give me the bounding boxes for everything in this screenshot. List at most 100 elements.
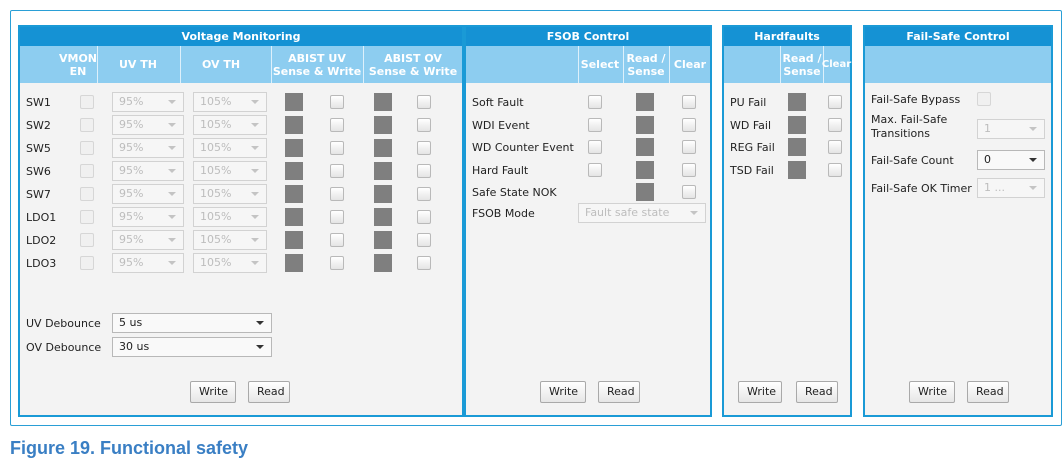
fsob-control-panel: FSOB Control Select Read / Sense Clear S… bbox=[464, 25, 712, 417]
hardfault-row-label: WD Fail bbox=[730, 118, 772, 132]
write-button[interactable]: Write bbox=[909, 381, 955, 403]
abist-uv-indicator bbox=[285, 254, 303, 272]
vmon-en-checkbox[interactable] bbox=[80, 210, 94, 224]
fsob-row-label: Hard Fault bbox=[472, 163, 529, 177]
vmon-en-checkbox[interactable] bbox=[80, 233, 94, 247]
panel-title: Fail-Safe Control bbox=[865, 27, 1051, 46]
write-button[interactable]: Write bbox=[738, 381, 782, 403]
ov-th-select[interactable]: 105% bbox=[193, 253, 267, 273]
rail-label: SW1 bbox=[26, 96, 51, 109]
abist-ov-checkbox[interactable] bbox=[417, 164, 431, 178]
uv-th-select[interactable]: 95% bbox=[112, 161, 184, 181]
uv-th-select[interactable]: 95% bbox=[112, 184, 184, 204]
abist-uv-checkbox[interactable] bbox=[330, 233, 344, 247]
fsob-select-checkbox[interactable] bbox=[588, 117, 602, 132]
fsob-mode-select[interactable]: Fault safe state bbox=[578, 203, 706, 223]
chevron-down-icon bbox=[168, 123, 176, 127]
abist-uv-checkbox[interactable] bbox=[330, 95, 344, 109]
fail-safe-count-select[interactable]: 0 bbox=[977, 150, 1045, 170]
abist-ov-checkbox[interactable] bbox=[417, 95, 431, 109]
fsob-clear-checkbox[interactable] bbox=[682, 140, 696, 154]
header-abist-uv: ABIST UV Sense & Write bbox=[272, 51, 362, 78]
ov-th-select[interactable]: 105% bbox=[193, 161, 267, 181]
panel-title: FSOB Control bbox=[466, 27, 710, 46]
vmon-en-checkbox[interactable] bbox=[80, 187, 94, 201]
ov-th-select[interactable]: 105% bbox=[193, 92, 267, 112]
fsob-clear-checkbox[interactable] bbox=[682, 185, 696, 199]
vmon-en-checkbox[interactable] bbox=[80, 164, 94, 178]
abist-uv-indicator bbox=[285, 162, 303, 180]
read-button[interactable]: Read bbox=[598, 381, 640, 403]
hardfault-clear-checkbox[interactable] bbox=[828, 117, 842, 132]
vmon-en-checkbox[interactable] bbox=[80, 141, 94, 155]
ov-th-select[interactable]: 105% bbox=[193, 184, 267, 204]
chevron-down-icon bbox=[1029, 158, 1037, 162]
abist-uv-indicator bbox=[285, 208, 303, 226]
fsob-select-checkbox[interactable] bbox=[588, 162, 602, 177]
hardfault-clear-checkbox[interactable] bbox=[828, 162, 842, 177]
abist-uv-checkbox[interactable] bbox=[330, 164, 344, 178]
abist-uv-checkbox[interactable] bbox=[330, 210, 344, 224]
app-frame: Voltage Monitoring VMON EN UV TH OV TH A… bbox=[10, 10, 1062, 426]
uv-th-select[interactable]: 95% bbox=[112, 253, 184, 273]
fsob-select-checkbox[interactable] bbox=[588, 140, 602, 154]
hardfault-clear-checkbox[interactable] bbox=[828, 95, 842, 109]
fail-safe-bypass-label: Fail-Safe Bypass bbox=[871, 93, 961, 106]
abist-ov-checkbox[interactable] bbox=[417, 210, 431, 224]
fsob-read-indicator bbox=[636, 183, 654, 201]
ov-th-select[interactable]: 105% bbox=[193, 207, 267, 227]
fsob-clear-checkbox[interactable] bbox=[682, 162, 696, 177]
hardfault-clear-checkbox[interactable] bbox=[828, 140, 842, 154]
write-button[interactable]: Write bbox=[540, 381, 586, 403]
abist-ov-checkbox[interactable] bbox=[417, 187, 431, 201]
ov-th-select[interactable]: 105% bbox=[193, 115, 267, 135]
abist-uv-checkbox[interactable] bbox=[330, 187, 344, 201]
abist-uv-indicator bbox=[285, 139, 303, 157]
fail-safe-ok-timer-select[interactable]: 1 ... bbox=[977, 178, 1045, 198]
ov-th-select[interactable]: 105% bbox=[193, 138, 267, 158]
header-abist-ov: ABIST OV Sense & Write bbox=[368, 51, 458, 78]
ov-th-value: 105% bbox=[200, 233, 232, 246]
panel-title: Voltage Monitoring bbox=[20, 27, 462, 46]
fsob-clear-checkbox[interactable] bbox=[682, 95, 696, 109]
max-transitions-label: Max. Fail-Safe Transitions bbox=[871, 113, 948, 140]
write-button[interactable]: Write bbox=[190, 381, 236, 403]
uv-th-select[interactable]: 95% bbox=[112, 138, 184, 158]
fsob-select-checkbox[interactable] bbox=[588, 95, 602, 109]
uv-th-select[interactable]: 95% bbox=[112, 92, 184, 112]
max-transitions-select[interactable]: 1 bbox=[977, 119, 1045, 139]
header-clear: Clear bbox=[673, 58, 707, 71]
abist-ov-checkbox[interactable] bbox=[417, 233, 431, 247]
ov-th-value: 105% bbox=[200, 210, 232, 223]
uv-th-value: 95% bbox=[119, 233, 144, 246]
fail-safe-bypass-checkbox[interactable] bbox=[977, 92, 991, 106]
uv-th-select[interactable]: 95% bbox=[112, 230, 184, 250]
uv-th-select[interactable]: 95% bbox=[112, 115, 184, 135]
voltage-monitoring-panel: Voltage Monitoring VMON EN UV TH OV TH A… bbox=[18, 25, 464, 417]
rail-label: LDO1 bbox=[26, 211, 57, 224]
abist-uv-checkbox[interactable] bbox=[330, 118, 344, 132]
ov-th-select[interactable]: 105% bbox=[193, 230, 267, 250]
vmon-en-checkbox[interactable] bbox=[80, 118, 94, 132]
read-button[interactable]: Read bbox=[248, 381, 290, 403]
uv-debounce-select[interactable]: 5 us bbox=[112, 313, 272, 333]
chevron-down-icon bbox=[256, 321, 264, 325]
chevron-down-icon bbox=[690, 211, 698, 215]
ov-debounce-select[interactable]: 30 us bbox=[112, 337, 272, 357]
abist-ov-checkbox[interactable] bbox=[417, 141, 431, 155]
abist-uv-checkbox[interactable] bbox=[330, 256, 344, 270]
read-button[interactable]: Read bbox=[796, 381, 838, 403]
read-button[interactable]: Read bbox=[967, 381, 1009, 403]
vmon-en-checkbox[interactable] bbox=[80, 256, 94, 270]
uv-th-select[interactable]: 95% bbox=[112, 207, 184, 227]
vmon-en-checkbox[interactable] bbox=[80, 95, 94, 109]
abist-ov-indicator bbox=[374, 185, 392, 203]
uv-debounce-label: UV Debounce bbox=[26, 317, 101, 330]
fail-safe-control-panel: Fail-Safe Control Fail-Safe Bypass Max. … bbox=[863, 25, 1053, 417]
chevron-down-icon bbox=[251, 169, 259, 173]
fsob-header: Select Read / Sense Clear bbox=[466, 46, 710, 83]
abist-ov-checkbox[interactable] bbox=[417, 256, 431, 270]
abist-ov-checkbox[interactable] bbox=[417, 118, 431, 132]
fsob-clear-checkbox[interactable] bbox=[682, 117, 696, 132]
abist-uv-checkbox[interactable] bbox=[330, 141, 344, 155]
